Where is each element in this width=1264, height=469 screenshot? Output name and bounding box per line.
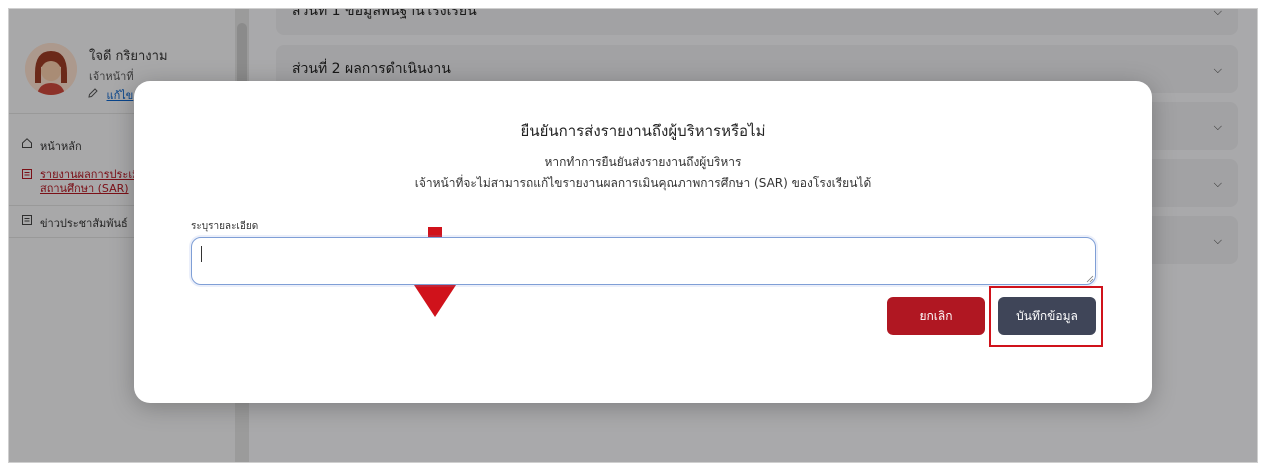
confirm-dialog: ยืนยันการส่งรายงานถึงผู้บริหารหรือไม่ หา…: [134, 81, 1152, 403]
annotation-highlight-box: [989, 286, 1103, 347]
detail-textarea[interactable]: [191, 237, 1096, 285]
app-frame: ใจดี กริยางาม เจ้าหน้าที่ แก้ไข หน้าหลัก…: [8, 8, 1258, 463]
resize-handle-icon[interactable]: [1086, 275, 1094, 283]
dialog-warning: เจ้าหน้าที่จะไม่สามารถแก้ไขรายงานผลการเม…: [414, 176, 872, 190]
cancel-button[interactable]: ยกเลิก: [887, 297, 985, 335]
dialog-subtitle: หากทำการยืนยันส่งรายงานถึงผู้บริหาร: [544, 155, 742, 169]
detail-label: ระบุรายละเอียด: [191, 221, 259, 232]
text-caret: [201, 246, 202, 262]
dialog-title: ยืนยันการส่งรายงานถึงผู้บริหารหรือไม่: [520, 122, 766, 140]
